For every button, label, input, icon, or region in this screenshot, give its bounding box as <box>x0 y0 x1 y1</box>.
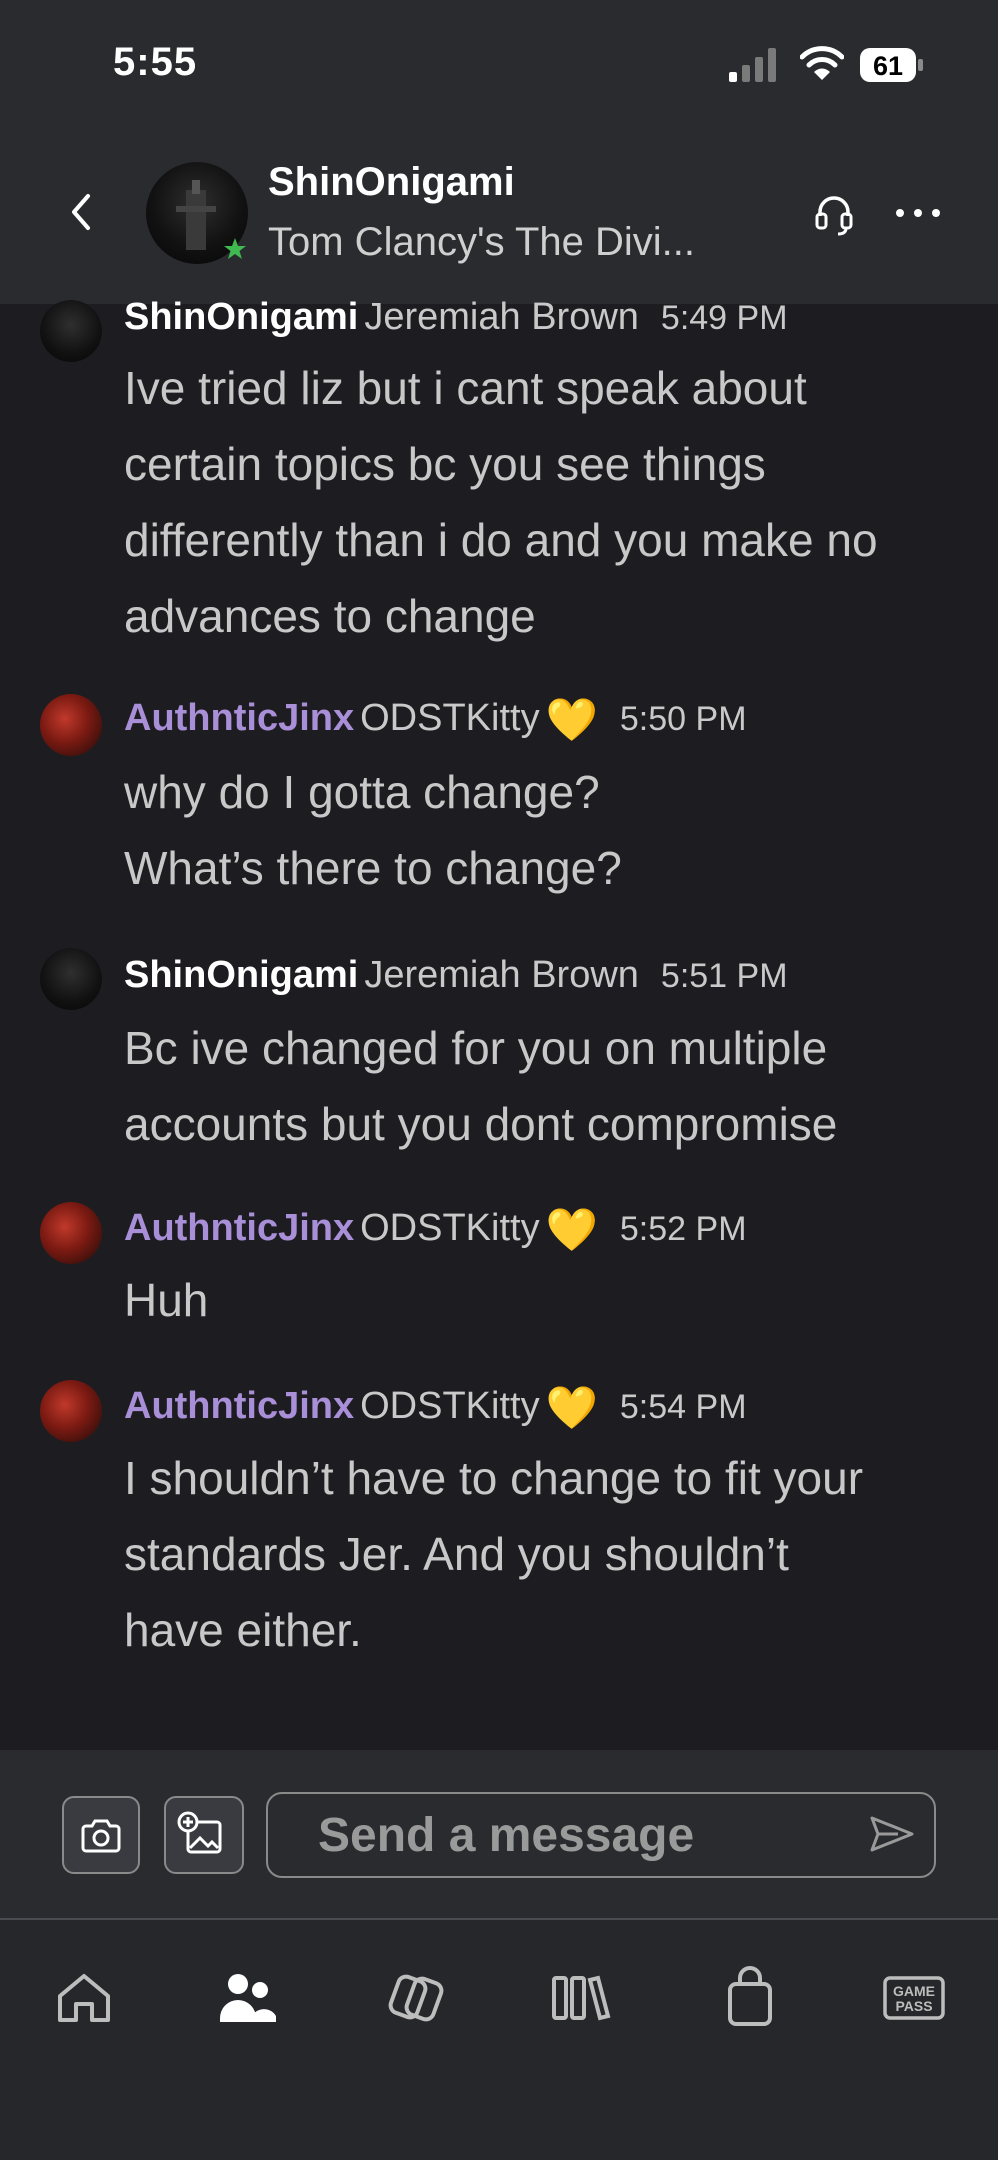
message-line: have either. <box>124 1604 362 1656</box>
yellow-heart-icon: 💛 <box>545 1384 598 1431</box>
message-header: AuthnticJinx ODSTKitty 💛 5:54 PM <box>124 1384 747 1433</box>
online-presence-icon <box>224 238 246 259</box>
message-header: ShinOnigami Jeremiah Brown 5:51 PM <box>124 954 788 997</box>
sender-gamertag[interactable]: AuthnticJinx <box>124 1207 354 1249</box>
nav-library[interactable] <box>550 1966 614 2030</box>
sender-avatar[interactable] <box>40 300 102 362</box>
add-image-icon <box>177 1811 222 1854</box>
nav-social[interactable] <box>216 1966 280 2030</box>
yellow-heart-icon: 💛 <box>545 1206 598 1253</box>
nav-game-pass[interactable]: GAME PASS <box>882 1966 946 2030</box>
bottom-navigation <box>0 1920 998 2160</box>
sender-real-name: Jeremiah Brown <box>364 954 639 996</box>
yellow-heart-icon: 💛 <box>545 696 598 743</box>
message-time: 5:51 PM <box>660 957 788 995</box>
message-line: I shouldn’t have to change to fit your <box>124 1452 864 1504</box>
game-pass-icon: GAME PASS <box>883 1976 945 2020</box>
message-time: 5:54 PM <box>619 1388 747 1426</box>
message-line: advances to change <box>124 590 536 642</box>
back-button[interactable] <box>60 186 104 238</box>
game-pass-label-2: PASS <box>895 1998 932 2014</box>
message-header: AuthnticJinx ODSTKitty 💛 5:50 PM <box>124 696 747 745</box>
sender-avatar[interactable] <box>40 1202 102 1264</box>
message-text: Huh <box>124 1262 974 1338</box>
message-header: ShinOnigami Jeremiah Brown 5:49 PM <box>124 296 788 339</box>
sender-gamertag[interactable]: ShinOnigami <box>124 296 358 338</box>
wifi-icon <box>800 46 844 80</box>
battery-level: 61 <box>873 51 903 81</box>
battery-icon: 61 <box>860 48 923 82</box>
nav-home[interactable] <box>52 1966 116 2030</box>
message-time: 5:49 PM <box>660 299 788 337</box>
message-line: differently than i do and you make no <box>124 514 878 566</box>
message-text: Ive tried liz but i cant speak about cer… <box>124 350 974 654</box>
game-pass-label-1: GAME <box>893 1983 935 1999</box>
status-time: 5:55 <box>113 40 198 84</box>
more-options-icon[interactable] <box>890 198 950 228</box>
sender-real-name: Jeremiah Brown <box>364 296 639 338</box>
sender-real-name: ODSTKitty <box>360 1207 540 1249</box>
home-icon <box>58 1974 110 2022</box>
message-line: standards Jer. And you shouldn’t <box>124 1528 789 1580</box>
sender-gamertag[interactable]: AuthnticJinx <box>124 1385 354 1427</box>
sender-real-name: ODSTKitty <box>360 697 540 739</box>
headset-icon[interactable] <box>812 190 856 238</box>
message-line: why do I gotta change? <box>124 766 600 818</box>
send-icon[interactable] <box>868 1812 916 1856</box>
message-header: AuthnticJinx ODSTKitty 💛 5:52 PM <box>124 1206 747 1255</box>
message-time: 5:50 PM <box>619 700 747 738</box>
library-icon <box>552 1975 611 2021</box>
nav-cloud-gaming[interactable] <box>384 1966 448 2030</box>
nav-store[interactable] <box>718 1966 782 2030</box>
conversation-title: ShinOnigami <box>268 160 515 204</box>
sender-avatar[interactable] <box>40 694 102 756</box>
message-line: Bc ive changed for you on multiple <box>124 1022 828 1074</box>
sender-gamertag[interactable]: AuthnticJinx <box>124 697 354 739</box>
message-text: Bc ive changed for you on multiple accou… <box>124 1010 974 1162</box>
sender-avatar[interactable] <box>40 948 102 1010</box>
message-line: Ive tried liz but i cant speak about <box>124 362 807 414</box>
people-icon <box>220 1974 276 2022</box>
message-line: accounts but you dont compromise <box>124 1098 838 1150</box>
message-time: 5:52 PM <box>619 1210 747 1248</box>
sender-avatar[interactable] <box>40 1380 102 1442</box>
message-line: What’s there to change? <box>124 842 622 894</box>
message-line: certain topics bc you see things <box>124 438 766 490</box>
store-bag-icon <box>728 1966 772 2026</box>
cloud-gaming-icon <box>388 1974 444 2022</box>
camera-icon <box>81 1819 121 1853</box>
conversation-subtitle: Tom Clancy's The Divi... <box>268 220 696 264</box>
message-text: why do I gotta change? What’s there to c… <box>124 754 974 906</box>
message-text: I shouldn’t have to change to fit your s… <box>124 1440 974 1668</box>
camera-button[interactable] <box>62 1796 140 1874</box>
sender-real-name: ODSTKitty <box>360 1385 540 1427</box>
add-image-button[interactable] <box>164 1796 244 1874</box>
cellular-signal-icon <box>729 48 776 82</box>
message-line: Huh <box>124 1274 209 1326</box>
sender-gamertag[interactable]: ShinOnigami <box>124 954 358 996</box>
message-input[interactable] <box>266 1792 936 1878</box>
